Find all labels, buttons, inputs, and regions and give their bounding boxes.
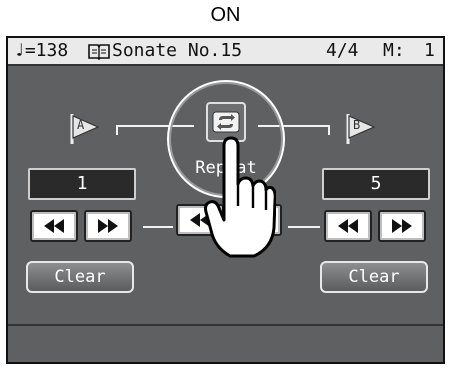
rewind-icon <box>338 219 358 233</box>
measure-label: M: <box>383 40 405 61</box>
repeat-icon <box>212 111 240 133</box>
score-book-icon <box>88 42 110 68</box>
bottom-divider <box>8 324 443 326</box>
marker-a-counter: 1 <box>28 168 136 200</box>
marker-b-line-tick <box>328 125 330 135</box>
marker-b-flag-label: B <box>353 118 361 132</box>
song-title: Sonate No.15 <box>112 40 243 61</box>
fast-forward-icon <box>392 219 412 233</box>
lcd-screen: ♩=138 Sonate No.15 4/4 M: 1 A B 1 5 Clea… <box>6 36 445 364</box>
tempo-display: ♩=138 <box>14 40 69 61</box>
marker-b-forward-button[interactable] <box>378 210 426 242</box>
status-bar: ♩=138 Sonate No.15 4/4 M: 1 <box>8 38 443 66</box>
fast-forward-icon <box>98 219 118 233</box>
right-connector-line <box>288 226 320 228</box>
pointing-hand-icon <box>204 136 276 258</box>
on-callout-label: ON <box>210 4 241 26</box>
measure-value: 1 <box>424 40 435 61</box>
left-connector-line <box>143 226 173 228</box>
rewind-icon <box>44 219 64 233</box>
marker-b-clear-button[interactable]: Clear <box>320 261 428 293</box>
marker-b-counter: 5 <box>322 168 430 200</box>
marker-a-rewind-button[interactable] <box>30 210 78 242</box>
marker-b-rewind-button[interactable] <box>324 210 372 242</box>
marker-a-line-tick <box>116 125 118 135</box>
marker-a-clear-button[interactable]: Clear <box>26 261 134 293</box>
marker-a-forward-button[interactable] <box>84 210 132 242</box>
time-signature: 4/4 <box>326 40 359 61</box>
marker-a-flag-label: A <box>77 118 85 132</box>
